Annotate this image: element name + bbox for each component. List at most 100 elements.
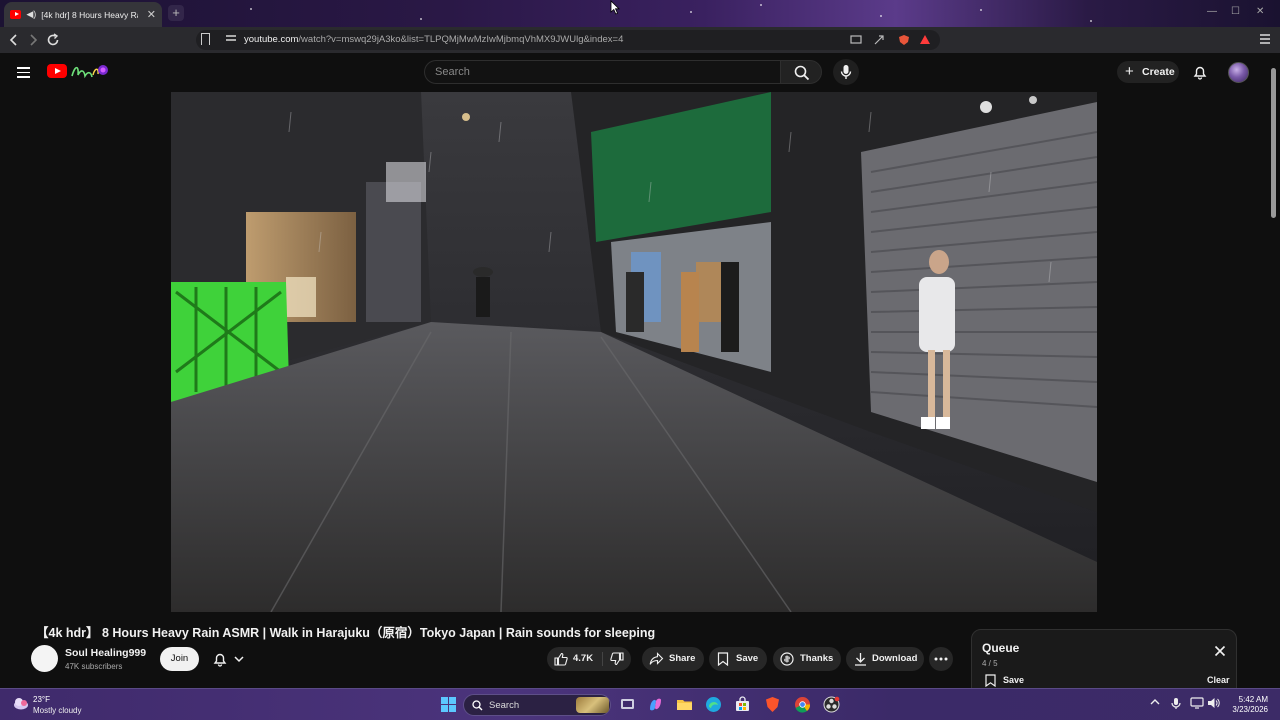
like-count[interactable]: 4.7K	[573, 647, 593, 671]
tab-title: [4k hdr] 8 Hours Heavy Rain	[41, 9, 138, 20]
obs-studio-icon[interactable]	[823, 696, 840, 713]
queue-title: Queue	[982, 641, 1020, 655]
page-scrollbar[interactable]	[1270, 58, 1276, 686]
file-explorer-icon[interactable]	[676, 696, 693, 713]
weather-cloud-icon[interactable]	[12, 694, 30, 712]
search-highlight-art	[576, 697, 609, 713]
close-tab-icon[interactable]: ✕	[147, 8, 156, 21]
chevron-down-icon	[234, 656, 244, 663]
microsoft-store-icon[interactable]	[734, 696, 751, 713]
browser-tab-active[interactable]: ◀) [4k hdr] 8 Hours Heavy Rain ✕	[4, 2, 162, 27]
show-hidden-icons-icon[interactable]	[1150, 698, 1160, 709]
more-horizontal-icon	[934, 657, 948, 661]
browser-toolbar: youtube.com/watch?v=mswq29jA3ko&list=TLP…	[0, 27, 1280, 73]
close-window-icon[interactable]: ✕	[1256, 6, 1264, 17]
brave-browser-icon[interactable]	[764, 696, 781, 713]
taskbar-search[interactable]: Search	[463, 694, 611, 716]
volume-speaker-icon[interactable]	[1207, 697, 1220, 709]
video-player[interactable]	[171, 92, 1097, 612]
back-icon[interactable]	[6, 32, 22, 48]
task-view-icon[interactable]	[619, 696, 636, 713]
taskbar-clock[interactable]: 5:42 AM 3/23/2026	[1222, 695, 1268, 715]
channel-notifications-button[interactable]	[206, 647, 254, 671]
forward-icon[interactable]	[25, 32, 41, 48]
queue-panel: Queue 4 / 5 Save Clear	[971, 629, 1237, 689]
cast-icon[interactable]	[850, 34, 862, 46]
channel-name[interactable]: Soul Healing999	[65, 647, 146, 659]
more-actions-button[interactable]	[929, 647, 953, 671]
brave-rewards-icon[interactable]	[919, 34, 931, 46]
close-icon[interactable]	[1214, 645, 1226, 657]
channel-avatar[interactable]	[31, 645, 58, 672]
create-button[interactable]: + Create	[1117, 61, 1179, 83]
save-button[interactable]: Save	[709, 647, 767, 671]
edge-browser-icon[interactable]	[705, 696, 722, 713]
address-bar[interactable]: youtube.com/watch?v=mswq29jA3ko&list=TLP…	[196, 30, 940, 50]
download-label: Download	[872, 653, 918, 664]
network-monitor-icon[interactable]	[1190, 697, 1204, 709]
share-label: Share	[669, 653, 696, 664]
plus-icon: +	[1125, 63, 1134, 80]
reload-icon[interactable]	[45, 32, 61, 48]
clock-time: 5:42 AM	[1238, 695, 1268, 704]
minimize-icon[interactable]: —	[1207, 6, 1217, 17]
bell-icon	[213, 653, 227, 667]
thumbs-up-icon[interactable]	[554, 652, 568, 666]
search-button[interactable]	[780, 60, 822, 84]
chrome-browser-icon[interactable]	[794, 696, 811, 713]
share-icon	[649, 652, 664, 665]
queue-bookmark-icon[interactable]	[985, 674, 996, 687]
create-label: Create	[1142, 66, 1175, 78]
share-button[interactable]: Share	[642, 647, 704, 671]
like-dislike-group: 4.7K	[547, 647, 631, 671]
voice-search-button[interactable]	[833, 59, 859, 85]
windows-start-icon[interactable]	[440, 696, 457, 713]
notifications-bell-icon[interactable]	[1192, 64, 1208, 80]
browser-menu-icon[interactable]	[1257, 32, 1273, 48]
download-button[interactable]: Download	[846, 647, 924, 671]
subscriber-count: 47K subscribers	[65, 662, 123, 671]
youtube-header: Search + Create	[0, 53, 1280, 91]
weather-description: Mostly cloudy	[33, 706, 82, 715]
like-divider	[602, 652, 603, 666]
youtube-doodle-logo[interactable]	[69, 61, 109, 81]
queue-clear-button[interactable]: Clear	[1207, 675, 1230, 685]
browser-tab-strip: ◀) [4k hdr] 8 Hours Heavy Rain ✕ + — ☐ ✕	[0, 0, 1280, 27]
brave-shield-icon[interactable]	[898, 34, 910, 46]
maximize-icon[interactable]: ☐	[1231, 6, 1240, 17]
video-frame-rainy-street	[171, 92, 1097, 612]
scrollbar-thumb[interactable]	[1271, 68, 1276, 218]
youtube-favicon-icon	[10, 10, 22, 19]
new-tab-button[interactable]: +	[168, 5, 184, 21]
join-button[interactable]: Join	[160, 647, 199, 671]
queue-save-button[interactable]: Save	[1003, 675, 1024, 685]
thanks-icon	[780, 652, 794, 666]
clock-date: 3/23/2026	[1232, 705, 1268, 714]
microphone-icon	[840, 65, 852, 79]
download-icon	[855, 653, 866, 666]
share-page-icon[interactable]	[873, 34, 885, 46]
search-icon	[794, 65, 810, 81]
taskbar-search-icon	[472, 700, 483, 711]
taskbar-search-label: Search	[489, 700, 520, 711]
bookmark-icon	[717, 652, 729, 666]
thanks-label: Thanks	[800, 653, 834, 664]
thanks-button[interactable]: Thanks	[773, 647, 841, 671]
youtube-logo-icon[interactable]	[47, 64, 67, 78]
url-text: youtube.com/watch?v=mswq29jA3ko&list=TLP…	[244, 34, 624, 45]
temperature: 23°F	[33, 695, 50, 704]
video-title: 【4k hdr】 8 Hours Heavy Rain ASMR | Walk …	[36, 626, 656, 640]
speaker-icon[interactable]: ◀)	[26, 9, 36, 20]
mouse-cursor-icon	[610, 0, 620, 15]
search-input[interactable]: Search	[424, 60, 780, 84]
copilot-icon[interactable]	[647, 696, 664, 713]
guide-menu-icon[interactable]	[17, 67, 30, 81]
save-label: Save	[736, 653, 759, 664]
bookmark-icon[interactable]	[201, 33, 210, 45]
queue-position: 4 / 5	[982, 659, 998, 668]
thumbs-down-icon[interactable]	[610, 652, 624, 666]
tray-microphone-icon[interactable]	[1171, 697, 1181, 710]
windows-taskbar: 23°F Mostly cloudy Search 5:42 AM 3/23/2…	[0, 688, 1280, 720]
site-settings-icon[interactable]	[226, 35, 236, 45]
account-avatar[interactable]	[1228, 62, 1249, 83]
